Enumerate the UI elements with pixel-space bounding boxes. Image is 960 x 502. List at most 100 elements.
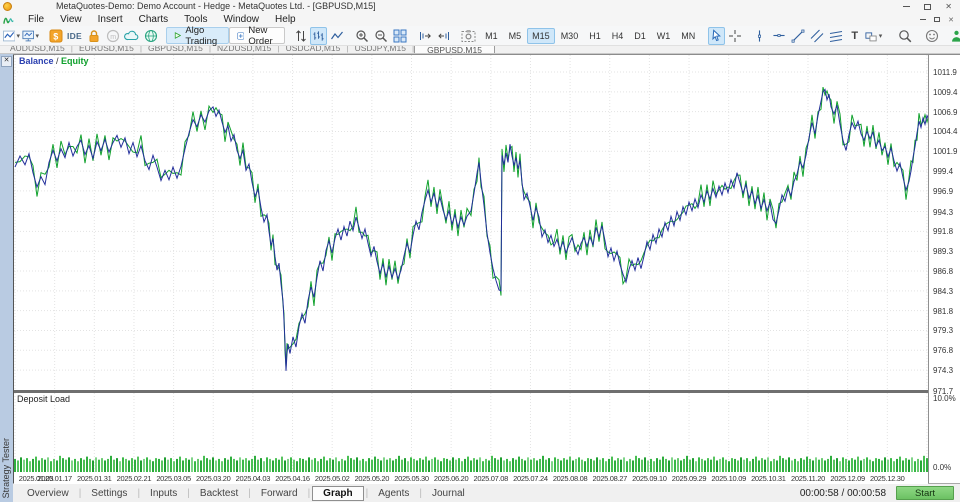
date-tick: 2025.05.02: [310, 474, 354, 483]
shapes-tool[interactable]: ▾: [864, 27, 883, 45]
menu-help[interactable]: Help: [267, 14, 304, 25]
tester-tab-journal[interactable]: Journal: [424, 487, 473, 500]
start-button[interactable]: Start: [896, 486, 954, 500]
date-tick: 2025.07.08: [469, 474, 513, 483]
timeframe-M15[interactable]: M15: [527, 28, 555, 44]
crosshair-button[interactable]: [725, 27, 744, 45]
line-chart-mode-button[interactable]: [327, 27, 346, 45]
timeframe-H4[interactable]: H4: [607, 28, 629, 44]
tester-tab-graph[interactable]: Graph: [312, 486, 363, 501]
deposit-load-panel[interactable]: Deposit Load: [14, 393, 928, 473]
chart-tab[interactable]: EURUSD,M15: [73, 46, 140, 53]
menu-insert[interactable]: Insert: [90, 14, 131, 25]
chart-tab[interactable]: NZDUSD,M15: [211, 46, 277, 53]
channel-tool[interactable]: [807, 27, 826, 45]
mdi-restore-icon[interactable]: [934, 17, 940, 22]
zoom-out-icon: [374, 29, 388, 43]
algo-trading-label: Algo Trading: [185, 25, 221, 47]
chart-tab[interactable]: AUDUSD,M15: [4, 46, 71, 53]
timeframe-D1[interactable]: D1: [629, 28, 651, 44]
zoom-in-button[interactable]: [352, 27, 371, 45]
tester-tab-agents[interactable]: Agents: [370, 487, 417, 500]
mdi-close-icon[interactable]: ✕: [948, 16, 954, 24]
chart-tab-active[interactable]: GBPUSD,M15: [414, 46, 495, 54]
menu-window[interactable]: Window: [215, 14, 267, 25]
price-tick: 1009.4: [933, 88, 957, 97]
timeframe-MN[interactable]: MN: [676, 28, 700, 44]
timeframe-M5[interactable]: M5: [504, 28, 527, 44]
chart-tab-strip: AUDUSD,M15|EURUSD,M15|GBPUSD,M15|NZDUSD,…: [0, 46, 960, 54]
tester-timer: 00:00:58 / 00:00:58: [800, 488, 896, 499]
tile-windows-button[interactable]: [390, 27, 409, 45]
chart-line-icon: [3, 29, 15, 43]
screenshot-button[interactable]: [459, 27, 478, 45]
shapes-icon: [865, 29, 877, 43]
trendline-icon: [791, 29, 805, 43]
metaeditor-button[interactable]: IDE: [65, 27, 84, 45]
tab-separator: |: [308, 488, 311, 499]
mdi-minimize-icon[interactable]: [920, 19, 926, 20]
crosshair-icon: [728, 29, 742, 43]
chart-tab[interactable]: USDJPY,M15: [349, 46, 412, 53]
window-title: MetaQuotes-Demo: Demo Account - Hedge - …: [56, 1, 376, 11]
timeframe-M30[interactable]: M30: [556, 28, 584, 44]
tester-tab-inputs[interactable]: Inputs: [142, 487, 185, 500]
new-order-button[interactable]: New Order: [229, 27, 285, 44]
security-button[interactable]: [84, 27, 103, 45]
tick-chart-button[interactable]: [291, 27, 310, 45]
tester-tab-forward[interactable]: Forward: [253, 487, 306, 500]
community-button[interactable]: [922, 27, 941, 45]
new-order-plus-icon: [237, 30, 245, 42]
community-globe-button[interactable]: [141, 27, 160, 45]
horizontal-line-tool[interactable]: [769, 27, 788, 45]
cursor-button[interactable]: [708, 27, 725, 45]
timeframe-H1[interactable]: H1: [584, 28, 606, 44]
text-tool[interactable]: T: [845, 27, 864, 45]
horizontal-line-icon: [772, 29, 786, 42]
deposit-load-label: Deposit Load: [17, 394, 70, 404]
price-tick: 994.3: [933, 208, 953, 217]
deposit-button[interactable]: $: [46, 27, 65, 45]
menu-charts[interactable]: Charts: [131, 14, 176, 25]
close-icon[interactable]: ✕: [945, 2, 952, 11]
chevron-down-icon: ▾: [16, 32, 20, 40]
algo-trading-button[interactable]: Algo Trading: [166, 27, 229, 44]
menu-tools[interactable]: Tools: [176, 14, 215, 25]
menu-file[interactable]: File: [20, 14, 52, 25]
mql5-button[interactable]: [947, 27, 960, 45]
maximize-icon[interactable]: [924, 4, 931, 10]
menu-view[interactable]: View: [52, 14, 90, 25]
chart-tab[interactable]: USDCAD,M15: [280, 46, 347, 53]
chart-tab[interactable]: GBPUSD,M15: [142, 46, 209, 53]
vertical-line-icon: [753, 29, 766, 43]
tester-tab-overview[interactable]: Overview: [19, 487, 77, 500]
zoom-out-button[interactable]: [371, 27, 390, 45]
price-tick: 974.3: [933, 366, 953, 375]
channel-icon: [810, 29, 824, 43]
tester-tab-settings[interactable]: Settings: [83, 487, 135, 500]
tab-separator: |: [248, 488, 251, 499]
metaquotes-id-button[interactable]: m: [103, 27, 122, 45]
minimize-icon[interactable]: [903, 6, 910, 7]
tester-tab-backtest[interactable]: Backtest: [192, 487, 246, 500]
timeframe-W1[interactable]: W1: [652, 28, 676, 44]
new-chart-button[interactable]: ▾: [2, 27, 21, 45]
balance-equity-plot[interactable]: [14, 55, 929, 390]
tab-separator: |: [79, 488, 82, 499]
bar-chart-mode-button[interactable]: [310, 27, 327, 45]
cloud-button[interactable]: [122, 27, 141, 45]
trendline-tool[interactable]: [788, 27, 807, 45]
vertical-line-tool[interactable]: [750, 27, 769, 45]
close-tester-icon[interactable]: ✕: [1, 56, 12, 67]
chart-profile-button[interactable]: ▾: [21, 27, 40, 45]
parallel-lines-tool[interactable]: [826, 27, 845, 45]
price-tick: 1011.9: [933, 68, 957, 77]
price-tick: 1004.4: [933, 127, 957, 136]
timeframe-M1[interactable]: M1: [480, 28, 503, 44]
data-window-left-button[interactable]: [434, 27, 453, 45]
search-button[interactable]: [895, 27, 914, 45]
price-axis: 1011.91009.41006.91004.41001.9999.4996.9…: [928, 55, 959, 483]
date-tick: 2025.04.16: [271, 474, 315, 483]
data-window-right-button[interactable]: [415, 27, 434, 45]
balance-equity-chart[interactable]: Balance / Equity: [14, 55, 928, 390]
